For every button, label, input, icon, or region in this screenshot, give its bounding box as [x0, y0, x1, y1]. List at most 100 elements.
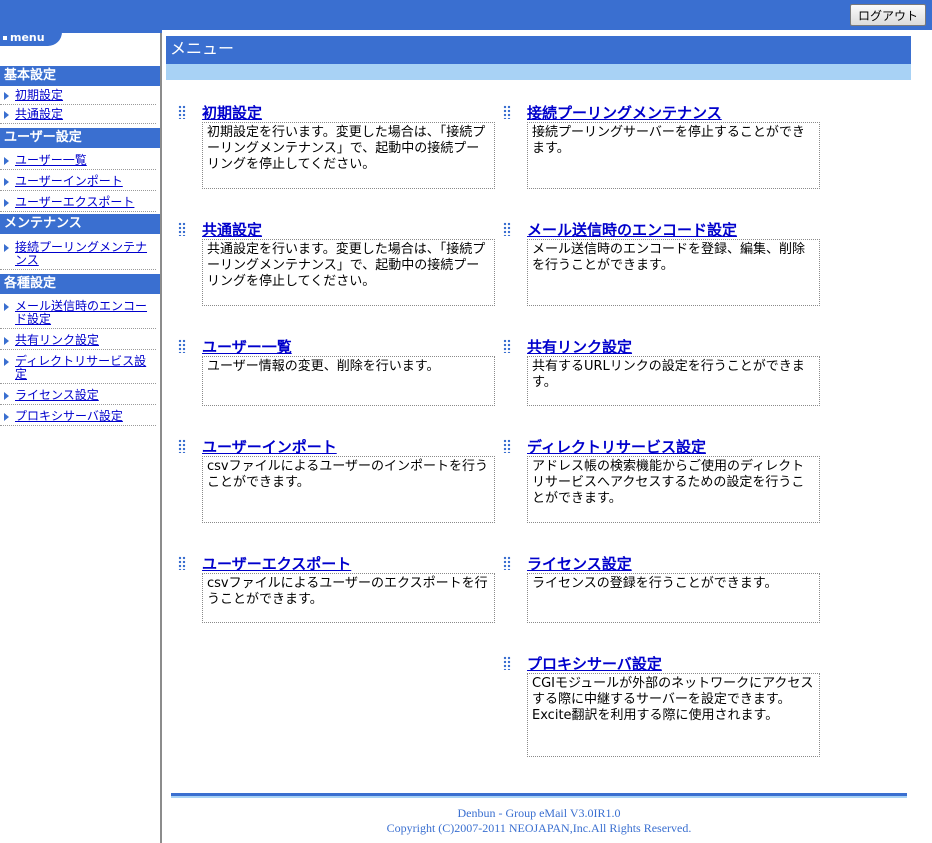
menu-card-header: ユーザーインポート — [170, 436, 470, 456]
sidebar-item-mail-encode[interactable]: メール送信時のエンコード設定 — [0, 294, 156, 329]
sidebar-group-title: 各種設定 — [0, 274, 160, 294]
sidebar-group-title: ユーザー設定 — [0, 128, 160, 148]
menu-card-link[interactable]: プロキシサーバ設定 — [527, 653, 662, 674]
arrow-right-icon — [4, 413, 9, 421]
menu-card-link[interactable]: メール送信時のエンコード設定 — [527, 219, 737, 240]
menu-card-proxy-server: プロキシサーバ設定 CGIモジュールが外部のネットワークにアクセスする際に中継す… — [495, 653, 820, 757]
arrow-right-icon — [4, 303, 9, 311]
sidebar-item-common-settings[interactable]: 共通設定 — [0, 105, 156, 124]
grip-icon — [503, 656, 511, 670]
sidebar-group-title: メンテナンス — [0, 214, 160, 234]
menu-card-description-note: Excite翻訳を利用する際に使用されます。 — [532, 708, 779, 723]
sidebar-item-pooling-maintenance[interactable]: 接続プーリングメンテナンス — [0, 234, 156, 270]
sidebar-item-link[interactable]: 共通設定 — [15, 108, 63, 121]
logout-button[interactable]: ログアウト — [850, 4, 926, 26]
arrow-right-icon — [4, 199, 9, 207]
arrow-right-icon — [4, 358, 9, 366]
menu-card-header: ユーザーエクスポート — [170, 553, 470, 573]
menu-card-directory-service: ディレクトリサービス設定 アドレス帳の検索機能からご使用のディレクトリサービスへ… — [495, 436, 820, 523]
menu-tab-label: menu — [10, 31, 45, 44]
menu-card-description: 共有するURLリンクの設定を行うことができます。 — [527, 356, 820, 406]
arrow-right-icon — [4, 178, 9, 186]
arrow-right-icon — [4, 111, 9, 119]
sidebar-group-title: 基本設定 — [0, 66, 160, 86]
grip-icon — [178, 222, 186, 236]
menu-card-description: ユーザー情報の変更、削除を行います。 — [202, 356, 495, 406]
menu-card-user-list: ユーザー一覧 ユーザー情報の変更、削除を行います。 — [170, 336, 495, 406]
menu-card-description: CGIモジュールが外部のネットワークにアクセスする際に中継するサーバーを設定でき… — [527, 673, 820, 757]
arrow-right-icon — [4, 337, 9, 345]
menu-card-description: 共通設定を行います。変更した場合は、「接続プーリングメンテナンス」で、起動中の接… — [202, 239, 495, 306]
sidebar-group-users: ユーザー設定 ユーザー一覧 ユーザーインポート ユーザーエクスポート — [0, 128, 160, 212]
menu-card-mail-encode: メール送信時のエンコード設定 メール送信時のエンコードを登録、編集、削除を行うこ… — [495, 219, 820, 306]
sidebar-item-directory-service[interactable]: ディレクトリサービス設定 — [0, 350, 156, 384]
sidebar-item-link[interactable]: ユーザーエクスポート — [15, 196, 134, 209]
menu-card-header: プロキシサーバ設定 — [495, 653, 795, 673]
sidebar-item-user-list[interactable]: ユーザー一覧 — [0, 148, 156, 170]
menu-card-header: 接続プーリングメンテナンス — [495, 102, 795, 122]
menu-card-pooling-maintenance: 接続プーリングメンテナンス 接続プーリングサーバーを停止することができます。 — [495, 102, 820, 189]
sidebar-item-proxy-server[interactable]: プロキシサーバ設定 — [0, 405, 156, 426]
menu-card-header: ユーザー一覧 — [170, 336, 470, 356]
sidebar-item-link[interactable]: 接続プーリングメンテナンス — [15, 241, 156, 267]
menu-card-header: 共有リンク設定 — [495, 336, 795, 356]
menu-card-link[interactable]: ユーザーインポート — [202, 436, 337, 457]
grip-icon — [503, 556, 511, 570]
grip-icon — [503, 439, 511, 453]
grip-icon — [178, 556, 186, 570]
menu-card-shared-link: 共有リンク設定 共有するURLリンクの設定を行うことができます。 — [495, 336, 820, 406]
menu-card-link[interactable]: 接続プーリングメンテナンス — [527, 102, 722, 123]
grip-icon — [178, 339, 186, 353]
menu-card-description: 初期設定を行います。変更した場合は、「接続プーリングメンテナンス」で、起動中の接… — [202, 122, 495, 189]
footer-copyright: Copyright (C)2007-2011 NEOJAPAN,Inc.All … — [386, 821, 692, 835]
menu-card-common-settings: 共通設定 共通設定を行います。変更した場合は、「接続プーリングメンテナンス」で、… — [170, 219, 495, 306]
sidebar-group-misc: 各種設定 メール送信時のエンコード設定 共有リンク設定 ディレクトリサービス設定… — [0, 274, 160, 426]
grip-icon — [503, 339, 511, 353]
menu-card-description-text: CGIモジュールが外部のネットワークにアクセスする際に中継するサーバーを設定でき… — [532, 676, 814, 707]
sidebar-item-link[interactable]: 共有リンク設定 — [15, 334, 99, 347]
menu-card-description: csvファイルによるユーザーのエクスポートを行うことができます。 — [202, 573, 495, 623]
menu-card-description: アドレス帳の検索機能からご使用のディレクトリサービスへアクセスするための設定を行… — [527, 456, 820, 523]
menu-card-link[interactable]: 共通設定 — [202, 219, 262, 240]
menu-card-link[interactable]: 初期設定 — [202, 102, 262, 123]
grip-icon — [178, 439, 186, 453]
sidebar-item-link[interactable]: メール送信時のエンコード設定 — [15, 300, 156, 326]
sidebar-item-license[interactable]: ライセンス設定 — [0, 384, 156, 405]
footer-version: Denbun - Group eMail V3.0IR1.0 — [457, 806, 621, 820]
page-title: メニュー — [166, 36, 911, 64]
menu-card-header: ライセンス設定 — [495, 553, 795, 573]
menu-card-description: ライセンスの登録を行うことができます。 — [527, 573, 820, 623]
menu-card-header: ディレクトリサービス設定 — [495, 436, 795, 456]
arrow-right-icon — [4, 244, 9, 252]
sidebar-item-user-import[interactable]: ユーザーインポート — [0, 170, 156, 191]
sidebar-item-link[interactable]: プロキシサーバ設定 — [15, 410, 123, 423]
menu-card-user-export: ユーザーエクスポート csvファイルによるユーザーのエクスポートを行うことができ… — [170, 553, 495, 623]
sidebar-item-shared-link[interactable]: 共有リンク設定 — [0, 329, 156, 350]
menu-card-header: メール送信時のエンコード設定 — [495, 219, 795, 239]
menu-card-user-import: ユーザーインポート csvファイルによるユーザーのインポートを行うことができます… — [170, 436, 495, 523]
sidebar-item-link[interactable]: ディレクトリサービス設定 — [15, 355, 156, 381]
sidebar-group-basic: 基本設定 初期設定 共通設定 — [0, 66, 160, 124]
sidebar-item-user-export[interactable]: ユーザーエクスポート — [0, 191, 156, 212]
menu-card-link[interactable]: ユーザー一覧 — [202, 336, 292, 357]
sidebar-item-link[interactable]: 初期設定 — [15, 89, 63, 102]
footer: Denbun - Group eMail V3.0IR1.0 Copyright… — [171, 806, 907, 836]
title-underband — [166, 64, 911, 80]
sidebar-item-link[interactable]: ユーザー一覧 — [15, 154, 87, 167]
menu-card-initial-settings: 初期設定 初期設定を行います。変更した場合は、「接続プーリングメンテナンス」で、… — [170, 102, 495, 189]
main-content: メニュー — [166, 36, 911, 80]
menu-card-link[interactable]: 共有リンク設定 — [527, 336, 632, 357]
top-bar: ログアウト — [0, 0, 932, 30]
menu-card-link[interactable]: ユーザーエクスポート — [202, 553, 351, 574]
sidebar-group-maintenance: メンテナンス 接続プーリングメンテナンス — [0, 214, 160, 270]
sidebar-item-link[interactable]: ライセンス設定 — [15, 389, 99, 402]
sidebar-item-link[interactable]: ユーザーインポート — [15, 175, 123, 188]
grip-icon — [503, 105, 511, 119]
menu-card-header: 共通設定 — [170, 219, 470, 239]
menu-card-link[interactable]: ライセンス設定 — [527, 553, 632, 574]
sidebar-item-initial-settings[interactable]: 初期設定 — [0, 86, 156, 105]
menu-card-link[interactable]: ディレクトリサービス設定 — [527, 436, 706, 457]
menu-dot-icon — [3, 36, 7, 40]
grip-icon — [503, 222, 511, 236]
menu-card-description: 接続プーリングサーバーを停止することができます。 — [527, 122, 820, 189]
